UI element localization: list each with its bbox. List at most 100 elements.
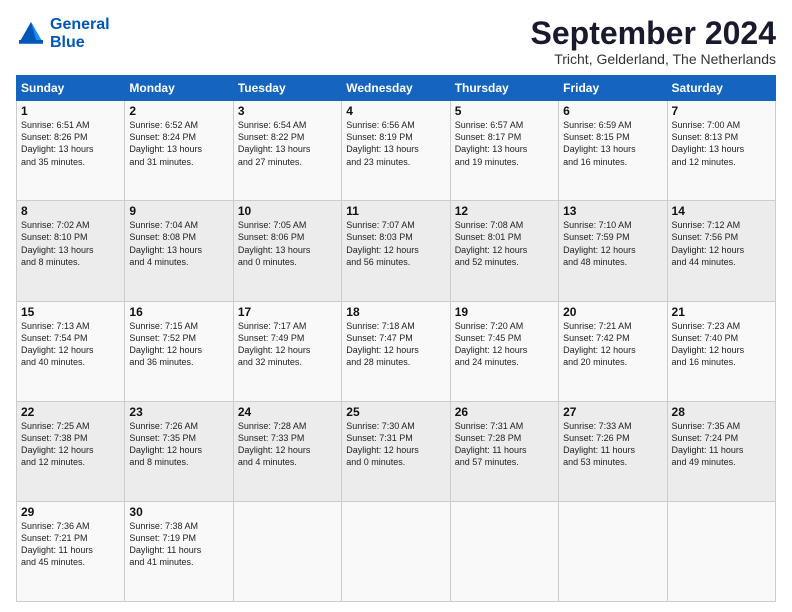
- day-info-line: Sunrise: 7:17 AM: [238, 321, 307, 331]
- day-info-line: Sunset: 7:52 PM: [129, 333, 196, 343]
- day-info-line: Sunrise: 7:15 AM: [129, 321, 198, 331]
- day-info-line: Daylight: 11 hours: [672, 445, 744, 455]
- day-info-line: Sunrise: 7:20 AM: [455, 321, 524, 331]
- calendar-row: 1Sunrise: 6:51 AMSunset: 8:26 PMDaylight…: [17, 101, 776, 201]
- day-info-line: and 12 minutes.: [21, 457, 85, 467]
- day-info-line: and 4 minutes.: [129, 257, 188, 267]
- day-info-line: Sunrise: 6:54 AM: [238, 120, 307, 130]
- day-info-line: and 35 minutes.: [21, 157, 85, 167]
- day-number: 1: [21, 104, 120, 118]
- col-tuesday: Tuesday: [233, 76, 341, 101]
- day-info-line: Daylight: 11 hours: [21, 545, 93, 555]
- day-info-line: Daylight: 12 hours: [563, 245, 636, 255]
- calendar-cell: 7Sunrise: 7:00 AMSunset: 8:13 PMDaylight…: [667, 101, 775, 201]
- day-info-line: Daylight: 13 hours: [672, 144, 745, 154]
- day-info-line: Sunrise: 7:25 AM: [21, 421, 90, 431]
- day-info-line: Sunset: 7:38 PM: [21, 433, 88, 443]
- calendar-cell: 22Sunrise: 7:25 AMSunset: 7:38 PMDayligh…: [17, 401, 125, 501]
- day-info-line: Daylight: 13 hours: [346, 144, 419, 154]
- day-info-line: Sunrise: 7:35 AM: [672, 421, 741, 431]
- day-info: Sunrise: 7:13 AMSunset: 7:54 PMDaylight:…: [21, 320, 120, 369]
- day-info-line: and 27 minutes.: [238, 157, 302, 167]
- day-info-line: and 4 minutes.: [238, 457, 297, 467]
- day-number: 25: [346, 405, 445, 419]
- day-info-line: and 40 minutes.: [21, 357, 85, 367]
- day-info-line: Daylight: 11 hours: [129, 545, 201, 555]
- day-info-line: and 53 minutes.: [563, 457, 627, 467]
- day-info: Sunrise: 7:30 AMSunset: 7:31 PMDaylight:…: [346, 420, 445, 469]
- day-info: Sunrise: 7:25 AM Sunset: 7:38 PM Daylight:…: [21, 420, 120, 469]
- day-number: 27: [563, 405, 662, 419]
- day-info: Sunrise: 7:17 AMSunset: 7:49 PMDaylight:…: [238, 320, 337, 369]
- calendar-cell: 2Sunrise: 6:52 AMSunset: 8:24 PMDaylight…: [125, 101, 233, 201]
- day-info-line: Daylight: 13 hours: [129, 144, 202, 154]
- day-info: Sunrise: 7:36 AMSunset: 7:21 PMDaylight:…: [21, 520, 120, 569]
- day-info-line: and 49 minutes.: [672, 457, 736, 467]
- calendar-cell: 21Sunrise: 7:23 AMSunset: 7:40 PMDayligh…: [667, 301, 775, 401]
- day-number: 21: [672, 305, 771, 319]
- day-info: Sunrise: 7:18 AMSunset: 7:47 PMDaylight:…: [346, 320, 445, 369]
- day-info-line: Sunrise: 7:04 AM: [129, 220, 198, 230]
- calendar-header: Sunday Monday Tuesday Wednesday Thursday…: [17, 76, 776, 101]
- calendar-cell: 30Sunrise: 7:38 AMSunset: 7:19 PMDayligh…: [125, 501, 233, 601]
- day-info-line: Daylight: 12 hours: [129, 345, 202, 355]
- day-info: Sunrise: 7:04 AMSunset: 8:08 PMDaylight:…: [129, 219, 228, 268]
- day-info-line: Sunrise: 7:38 AM: [129, 521, 198, 531]
- day-info-line: Sunrise: 7:21 AM: [563, 321, 632, 331]
- logo-area: General Blue: [16, 16, 110, 52]
- day-info-line: Sunrise: 7:10 AM: [563, 220, 632, 230]
- calendar-cell: 24Sunrise: 7:28 AMSunset: 7:33 PMDayligh…: [233, 401, 341, 501]
- day-info: Sunrise: 6:56 AMSunset: 8:19 PMDaylight:…: [346, 119, 445, 168]
- day-info: Sunrise: 7:33 AMSunset: 7:26 PMDaylight:…: [563, 420, 662, 469]
- calendar-cell: [342, 501, 450, 601]
- calendar-cell: [667, 501, 775, 601]
- calendar-cell: 26Sunrise: 7:31 AMSunset: 7:28 PMDayligh…: [450, 401, 558, 501]
- day-number: 26: [455, 405, 554, 419]
- col-thursday: Thursday: [450, 76, 558, 101]
- calendar-cell: 4Sunrise: 6:56 AMSunset: 8:19 PMDaylight…: [342, 101, 450, 201]
- day-info-line: Sunset: 8:01 PM: [455, 232, 522, 242]
- day-info-line: Daylight: 12 hours: [672, 345, 745, 355]
- calendar-body: 1Sunrise: 6:51 AMSunset: 8:26 PMDaylight…: [17, 101, 776, 602]
- day-info-line: Sunrise: 7:31 AM: [455, 421, 524, 431]
- day-info-line: Daylight: 12 hours: [238, 445, 311, 455]
- day-number: 14: [672, 204, 771, 218]
- day-info-line: Sunrise: 7:13 AM: [21, 321, 90, 331]
- day-info: Sunrise: 7:23 AMSunset: 7:40 PMDaylight:…: [672, 320, 771, 369]
- day-info-line: Sunrise: 7:18 AM: [346, 321, 415, 331]
- day-info: Sunrise: 7:02 AMSunset: 8:10 PMDaylight:…: [21, 219, 120, 268]
- calendar-cell: [233, 501, 341, 601]
- calendar-cell: 13Sunrise: 7:10 AMSunset: 7:59 PMDayligh…: [559, 201, 667, 301]
- day-info-line: Sunset: 7:35 PM: [129, 433, 196, 443]
- day-info-line: Sunset: 7:56 PM: [672, 232, 739, 242]
- header: General Blue September 2024 Tricht, Geld…: [16, 16, 776, 67]
- day-info-line: Sunrise: 7:30 AM: [346, 421, 415, 431]
- day-info-line: Daylight: 11 hours: [563, 445, 635, 455]
- day-info-line: Daylight: 13 hours: [238, 245, 311, 255]
- day-info-line: and 0 minutes.: [346, 457, 405, 467]
- calendar-cell: 27Sunrise: 7:33 AMSunset: 7:26 PMDayligh…: [559, 401, 667, 501]
- day-info-line: Daylight: 11 hours: [455, 445, 527, 455]
- day-info: Sunrise: 7:31 AMSunset: 7:28 PMDaylight:…: [455, 420, 554, 469]
- calendar-row: 8Sunrise: 7:02 AMSunset: 8:10 PMDaylight…: [17, 201, 776, 301]
- calendar-row: 15Sunrise: 7:13 AMSunset: 7:54 PMDayligh…: [17, 301, 776, 401]
- day-info: Sunrise: 7:05 AMSunset: 8:06 PMDaylight:…: [238, 219, 337, 268]
- day-info: Sunrise: 7:00 AMSunset: 8:13 PMDaylight:…: [672, 119, 771, 168]
- day-info-line: and 20 minutes.: [563, 357, 627, 367]
- day-number: 17: [238, 305, 337, 319]
- calendar-cell: 15Sunrise: 7:13 AMSunset: 7:54 PMDayligh…: [17, 301, 125, 401]
- day-info-line: Sunset: 8:17 PM: [455, 132, 522, 142]
- calendar-cell: 25Sunrise: 7:30 AMSunset: 7:31 PMDayligh…: [342, 401, 450, 501]
- title-area: September 2024 Tricht, Gelderland, The N…: [531, 16, 776, 67]
- day-info-line: Sunrise: 7:23 AM: [672, 321, 741, 331]
- day-info: Sunrise: 7:28 AMSunset: 7:33 PMDaylight:…: [238, 420, 337, 469]
- logo-text: General Blue: [50, 16, 110, 52]
- day-info-line: Sunset: 7:42 PM: [563, 333, 630, 343]
- day-info-line: Sunrise: 7:33 AM: [563, 421, 632, 431]
- col-sunday: Sunday: [17, 76, 125, 101]
- day-info-line: Daylight: 12 hours: [21, 445, 94, 455]
- day-info-line: Sunset: 8:24 PM: [129, 132, 196, 142]
- col-friday: Friday: [559, 76, 667, 101]
- day-info-line: Sunrise: 7:28 AM: [238, 421, 307, 431]
- col-monday: Monday: [125, 76, 233, 101]
